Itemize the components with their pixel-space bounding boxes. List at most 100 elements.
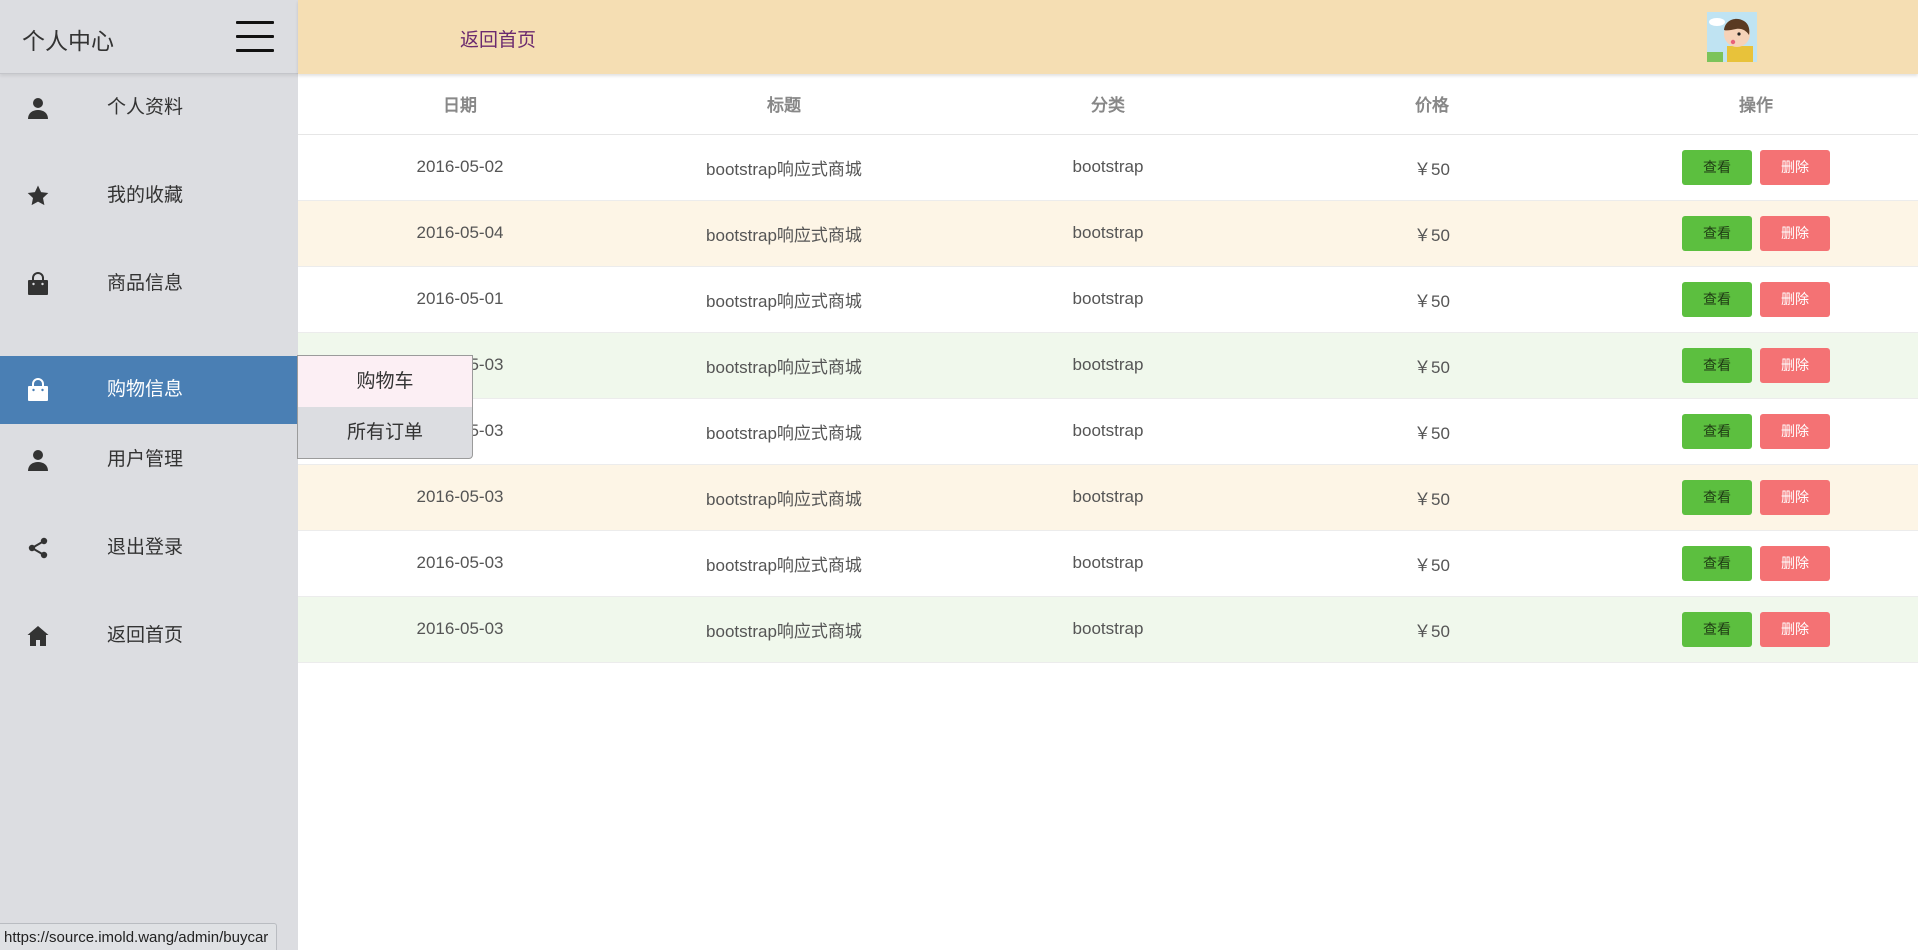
delete-button[interactable]: 删除 bbox=[1760, 150, 1830, 185]
title-cell: bootstrap响应式商城 bbox=[622, 332, 946, 398]
delete-button[interactable]: 删除 bbox=[1760, 282, 1830, 317]
delete-button[interactable]: 删除 bbox=[1760, 216, 1830, 251]
sidebar-item-label: 我的收藏 bbox=[107, 184, 183, 208]
hamburger-menu-icon[interactable] bbox=[236, 21, 274, 53]
price-cell: ￥50 bbox=[1270, 200, 1594, 266]
view-button[interactable]: 查看 bbox=[1682, 216, 1752, 251]
table-header-row: 日期 标题 分类 价格 操作 bbox=[298, 74, 1918, 134]
delete-button[interactable]: 删除 bbox=[1760, 612, 1830, 647]
price-cell: ￥50 bbox=[1270, 266, 1594, 332]
category-cell: bootstrap bbox=[946, 530, 1270, 596]
view-button[interactable]: 查看 bbox=[1682, 150, 1752, 185]
title-cell: bootstrap响应式商城 bbox=[622, 266, 946, 332]
price-cell: ￥50 bbox=[1270, 464, 1594, 530]
sidebar-item-favorites[interactable]: 我的收藏 bbox=[0, 162, 298, 230]
date-cell: 2016-05-03 bbox=[298, 530, 622, 596]
price-cell: ￥50 bbox=[1270, 596, 1594, 662]
date-cell: 2016-05-03 bbox=[298, 464, 622, 530]
price-cell: ￥50 bbox=[1270, 530, 1594, 596]
actions-cell: 查看删除 bbox=[1594, 398, 1918, 464]
sidebar-item-label: 商品信息 bbox=[107, 272, 183, 296]
view-button[interactable]: 查看 bbox=[1682, 414, 1752, 449]
status-bar-url: https://source.imold.wang/admin/buycar bbox=[0, 923, 277, 950]
user-icon bbox=[26, 448, 50, 472]
top-bar: 返回首页 bbox=[298, 0, 1918, 74]
table-row: 2016-05-02bootstrap响应式商城bootstrap￥50查看删除 bbox=[298, 134, 1918, 200]
view-button[interactable]: 查看 bbox=[1682, 282, 1752, 317]
actions-cell: 查看删除 bbox=[1594, 596, 1918, 662]
table-row: 2016-05-03bootstrap响应式商城bootstrap￥50查看删除 bbox=[298, 464, 1918, 530]
shopping-bag-icon bbox=[26, 272, 50, 296]
view-button[interactable]: 查看 bbox=[1682, 612, 1752, 647]
table-row: 2016-05-03bootstrap响应式商城bootstrap￥50查看删除 bbox=[298, 530, 1918, 596]
home-icon bbox=[26, 624, 50, 648]
sidebar-item-label: 购物信息 bbox=[107, 378, 183, 402]
column-header-title[interactable]: 标题 bbox=[622, 74, 946, 134]
actions-cell: 查看删除 bbox=[1594, 530, 1918, 596]
column-header-price[interactable]: 价格 bbox=[1270, 74, 1594, 134]
category-cell: bootstrap bbox=[946, 596, 1270, 662]
submenu-item-cart[interactable]: 购物车 bbox=[298, 356, 472, 407]
actions-cell: 查看删除 bbox=[1594, 266, 1918, 332]
sidebar-item-label: 个人资料 bbox=[107, 96, 183, 120]
category-cell: bootstrap bbox=[946, 134, 1270, 200]
table-row: 2016-05-01bootstrap响应式商城bootstrap￥50查看删除 bbox=[298, 266, 1918, 332]
sidebar-item-label: 用户管理 bbox=[107, 448, 183, 472]
delete-button[interactable]: 删除 bbox=[1760, 480, 1830, 515]
sidebar-item-label: 退出登录 bbox=[107, 536, 183, 560]
sidebar-title: 个人中心 bbox=[22, 22, 114, 56]
sidebar-header: 个人中心 bbox=[0, 0, 298, 74]
category-cell: bootstrap bbox=[946, 266, 1270, 332]
title-cell: bootstrap响应式商城 bbox=[622, 530, 946, 596]
category-cell: bootstrap bbox=[946, 200, 1270, 266]
sidebar-item-products[interactable]: 商品信息 bbox=[0, 250, 298, 318]
delete-button[interactable]: 删除 bbox=[1760, 414, 1830, 449]
sidebar-item-shopping[interactable]: 购物信息 bbox=[0, 356, 298, 424]
date-cell: 2016-05-02 bbox=[298, 134, 622, 200]
shopping-submenu: 购物车 所有订单 bbox=[297, 355, 473, 459]
table-row: 2016-05-03bootstrap响应式商城bootstrap￥50查看删除 bbox=[298, 332, 1918, 398]
delete-button[interactable]: 删除 bbox=[1760, 348, 1830, 383]
sidebar-item-logout[interactable]: 退出登录 bbox=[0, 514, 298, 582]
sidebar-item-user-management[interactable]: 用户管理 bbox=[0, 426, 298, 494]
date-cell: 2016-05-01 bbox=[298, 266, 622, 332]
orders-table: 日期 标题 分类 价格 操作 2016-05-02bootstrap响应式商城b… bbox=[298, 74, 1918, 663]
column-header-category[interactable]: 分类 bbox=[946, 74, 1270, 134]
title-cell: bootstrap响应式商城 bbox=[622, 200, 946, 266]
column-header-actions: 操作 bbox=[1594, 74, 1918, 134]
category-cell: bootstrap bbox=[946, 332, 1270, 398]
view-button[interactable]: 查看 bbox=[1682, 348, 1752, 383]
submenu-item-all-orders[interactable]: 所有订单 bbox=[298, 407, 472, 458]
category-cell: bootstrap bbox=[946, 464, 1270, 530]
sidebar-item-label: 返回首页 bbox=[107, 624, 183, 648]
table-row: 2016-05-04bootstrap响应式商城bootstrap￥50 查看删除 bbox=[298, 200, 1918, 266]
view-button[interactable]: 查看 bbox=[1682, 546, 1752, 581]
category-cell: bootstrap bbox=[946, 398, 1270, 464]
column-header-date[interactable]: 日期 bbox=[298, 74, 622, 134]
actions-cell: 查看删除 bbox=[1594, 332, 1918, 398]
sidebar-item-profile[interactable]: 个人资料 bbox=[0, 74, 298, 142]
title-cell: bootstrap响应式商城 bbox=[622, 134, 946, 200]
sidebar-item-home[interactable]: 返回首页 bbox=[0, 602, 298, 670]
price-cell: ￥50 bbox=[1270, 332, 1594, 398]
table-row: 2016-05-03bootstrap响应式商城bootstrap￥50查看删除 bbox=[298, 596, 1918, 662]
share-icon bbox=[26, 536, 50, 560]
title-cell: bootstrap响应式商城 bbox=[622, 464, 946, 530]
date-cell: 2016-05-03 bbox=[298, 596, 622, 662]
avatar-icon[interactable] bbox=[1707, 12, 1757, 62]
delete-button[interactable]: 删除 bbox=[1760, 546, 1830, 581]
sidebar: 个人中心 个人资料 我的收藏 商品信息 购物信息 bbox=[0, 0, 298, 950]
actions-cell: 查看删除 bbox=[1594, 464, 1918, 530]
price-cell: ￥50 bbox=[1270, 398, 1594, 464]
view-button[interactable]: 查看 bbox=[1682, 480, 1752, 515]
title-cell: bootstrap响应式商城 bbox=[622, 398, 946, 464]
user-icon bbox=[26, 96, 50, 120]
shopping-bag-icon bbox=[26, 378, 50, 402]
actions-cell: 查看删除 bbox=[1594, 134, 1918, 200]
title-cell: bootstrap响应式商城 bbox=[622, 596, 946, 662]
star-icon bbox=[26, 184, 50, 208]
back-home-link[interactable]: 返回首页 bbox=[460, 25, 536, 52]
date-cell: 2016-05-04 bbox=[298, 200, 622, 266]
table-row: 2016-05-03bootstrap响应式商城bootstrap￥50查看删除 bbox=[298, 398, 1918, 464]
price-cell: ￥50 bbox=[1270, 134, 1594, 200]
